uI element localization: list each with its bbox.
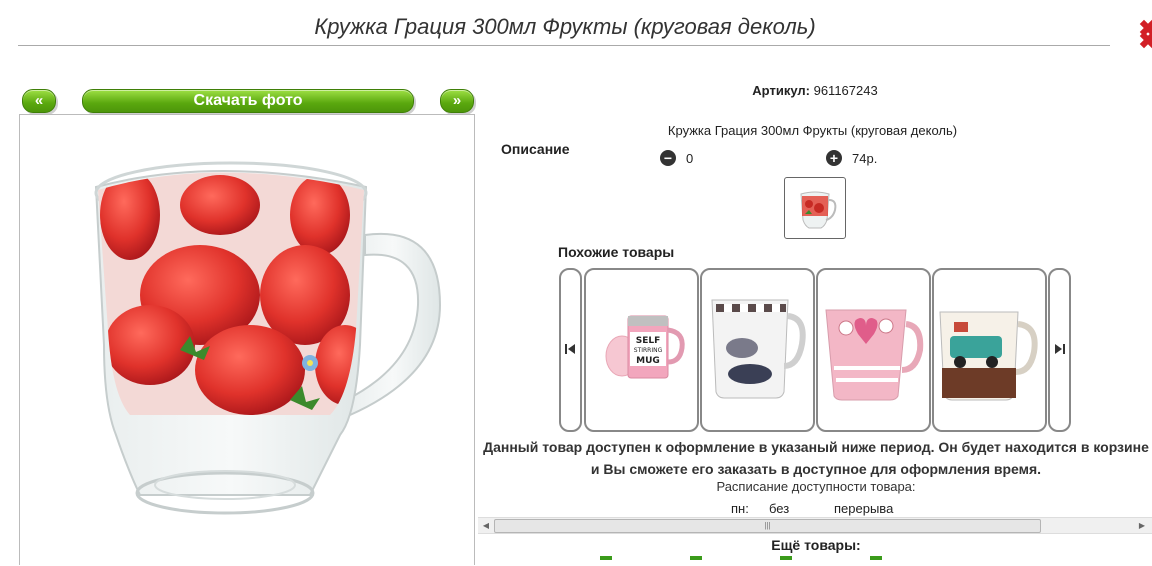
previous-photo-button[interactable]: « — [22, 89, 56, 113]
description-label: Описание — [501, 141, 570, 157]
sku-label: Артикул: — [752, 83, 810, 98]
scroll-left-arrow-icon[interactable]: ◀ — [478, 518, 494, 533]
download-photo-button[interactable]: Скачать фото — [82, 89, 414, 113]
horizontal-scrollbar[interactable]: ◀ ||| ▶ — [478, 517, 1152, 534]
svg-text:STIRRING: STIRRING — [634, 347, 663, 354]
scrollbar-thumb[interactable]: ||| — [494, 519, 1041, 533]
increase-quantity-icon[interactable]: + — [826, 150, 842, 166]
description-value: Кружка Грация 300мл Фрукты (круговая дек… — [667, 123, 958, 138]
sku-value: 961167243 — [813, 83, 878, 98]
similar-product-card[interactable] — [700, 268, 815, 432]
similar-products-label: Похожие товары — [558, 244, 675, 260]
decrease-quantity-icon[interactable]: − — [660, 150, 676, 166]
similar-product-card[interactable]: SELF STIRRING MUG — [584, 268, 699, 432]
similar-product-card[interactable] — [816, 268, 931, 432]
similar-scroll-right-button[interactable] — [1048, 268, 1071, 432]
description-text: Кружка Грация 300мл Фрукты (круговая дек… — [480, 123, 1150, 138]
availability-notice: Данный товар доступен к оформление в ука… — [483, 439, 1149, 477]
schedule-without: без — [769, 501, 790, 516]
schedule-break: перерыва — [834, 501, 894, 516]
title-divider — [18, 45, 1110, 46]
price-value: 74р. — [852, 151, 878, 166]
more-products-links[interactable] — [600, 556, 960, 560]
svg-text:SELF: SELF — [636, 336, 661, 346]
product-thumbnail[interactable] — [784, 177, 846, 239]
page-title: Кружка Грация 300мл Фрукты (круговая дек… — [314, 14, 816, 39]
scroll-right-arrow-icon[interactable]: ▶ — [1134, 518, 1150, 533]
more-products-label: Ещё товары: — [771, 537, 861, 553]
quantity-value: 0 — [686, 151, 694, 166]
svg-text:MUG: MUG — [636, 356, 660, 366]
next-photo-button[interactable]: » — [440, 89, 474, 113]
schedule-label: Расписание доступности товара: — [716, 479, 916, 494]
product-photo — [19, 114, 475, 565]
similar-scroll-left-button[interactable] — [559, 268, 582, 432]
close-icon[interactable] — [1138, 18, 1152, 50]
sku-line: Артикул: 961167243 — [480, 83, 1150, 98]
schedule-day: пн: — [731, 501, 749, 516]
similar-product-card[interactable] — [932, 268, 1047, 432]
